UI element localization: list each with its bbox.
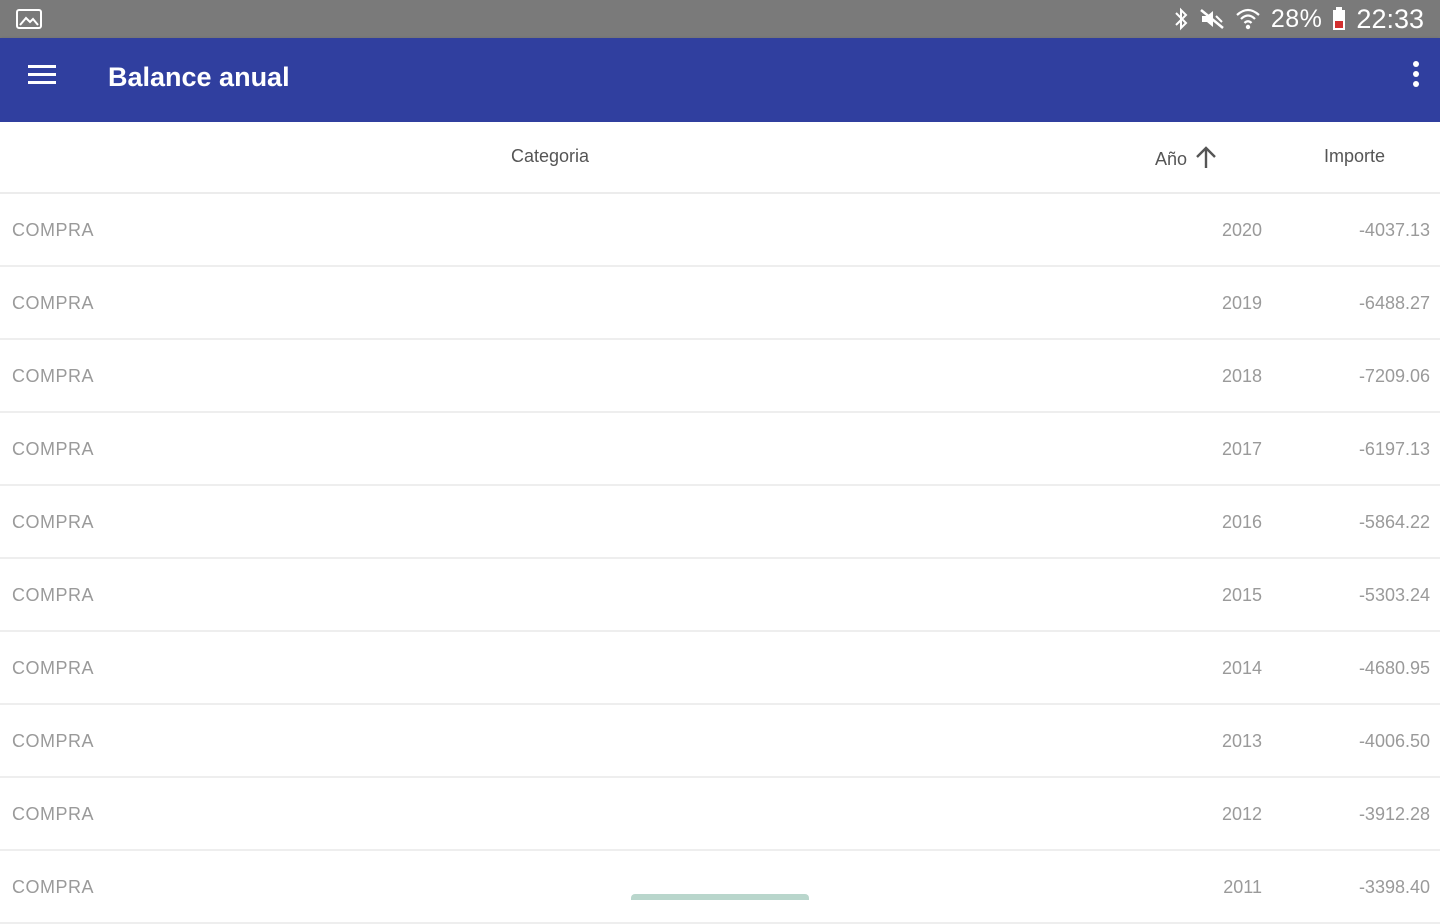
table-row[interactable]: COMPRA 2019 -6488.27 <box>0 267 1440 340</box>
cell-anio: 2015 <box>1221 585 1262 605</box>
cell-importe: -3398.40 <box>1358 877 1430 897</box>
cell-categoria: COMPRA <box>12 731 95 751</box>
table-row[interactable]: COMPRA 2017 -6197.13 <box>0 413 1440 486</box>
cell-anio: 2016 <box>1221 512 1262 532</box>
table-body: COMPRA 2020 -4037.13 COMPRA 2019 -6488.2… <box>0 194 1440 924</box>
header-anio-label: Año <box>1155 149 1188 169</box>
cell-categoria: COMPRA <box>12 512 95 532</box>
cell-anio: 2013 <box>1221 731 1262 751</box>
table-row[interactable]: COMPRA 2011 -3398.40 <box>0 851 1440 924</box>
table-row[interactable]: COMPRA 2015 -5303.24 <box>0 559 1440 632</box>
cell-importe: -7209.06 <box>1358 366 1430 386</box>
header-categoria[interactable]: Categoria <box>511 146 589 167</box>
cell-anio: 2017 <box>1221 439 1262 459</box>
cell-anio: 2019 <box>1221 293 1262 313</box>
cell-anio: 2011 <box>1223 877 1262 897</box>
cell-categoria: COMPRA <box>12 804 95 824</box>
table-row[interactable]: COMPRA 2020 -4037.13 <box>0 194 1440 267</box>
table-row[interactable]: COMPRA 2013 -4006.50 <box>0 705 1440 778</box>
bottom-sheet-handle[interactable] <box>631 894 809 900</box>
header-anio[interactable]: Año <box>1155 144 1219 175</box>
mute-icon <box>1199 8 1225 30</box>
cell-importe: -6197.13 <box>1358 439 1430 459</box>
cell-anio: 2014 <box>1221 658 1262 678</box>
battery-icon <box>1332 7 1346 31</box>
cell-categoria: COMPRA <box>12 585 95 605</box>
status-bar: 28% 22:33 <box>0 0 1440 38</box>
menu-button[interactable] <box>18 56 66 96</box>
app-bar: Balance anual <box>0 38 1440 122</box>
cell-categoria: COMPRA <box>12 366 95 386</box>
page-title: Balance anual <box>108 62 290 92</box>
gallery-icon <box>16 9 42 29</box>
header-importe[interactable]: Importe <box>1324 146 1385 167</box>
more-vert-icon <box>1412 60 1420 93</box>
table-header: Categoria Año Importe <box>0 122 1440 194</box>
cell-importe: -5303.24 <box>1358 585 1430 605</box>
cell-importe: -4680.95 <box>1358 658 1430 678</box>
cell-categoria: COMPRA <box>12 293 95 313</box>
cell-importe: -4006.50 <box>1358 731 1430 751</box>
cell-categoria: COMPRA <box>12 220 95 240</box>
cell-anio: 2018 <box>1221 366 1262 386</box>
cell-importe: -3912.28 <box>1358 804 1430 824</box>
cell-importe: -5864.22 <box>1358 512 1430 532</box>
bluetooth-icon <box>1173 7 1189 31</box>
table-row[interactable]: COMPRA 2018 -7209.06 <box>0 340 1440 413</box>
cell-anio: 2012 <box>1221 804 1262 824</box>
arrow-up-icon <box>1193 144 1219 175</box>
table-row[interactable]: COMPRA 2014 -4680.95 <box>0 632 1440 705</box>
menu-icon <box>27 63 57 90</box>
cell-anio: 2020 <box>1221 220 1262 240</box>
status-icons: 28% 22:33 <box>1173 0 1424 38</box>
table-row[interactable]: COMPRA 2012 -3912.28 <box>0 778 1440 851</box>
wifi-icon <box>1235 7 1261 31</box>
battery-percent: 28% <box>1270 4 1323 33</box>
cell-importe: -6488.27 <box>1358 293 1430 313</box>
cell-importe: -4037.13 <box>1358 220 1430 240</box>
cell-categoria: COMPRA <box>12 877 95 897</box>
clock: 22:33 <box>1356 3 1424 34</box>
table-row[interactable]: COMPRA 2016 -5864.22 <box>0 486 1440 559</box>
overflow-menu-button[interactable] <box>1404 54 1428 98</box>
cell-categoria: COMPRA <box>12 439 95 459</box>
cell-categoria: COMPRA <box>12 658 95 678</box>
